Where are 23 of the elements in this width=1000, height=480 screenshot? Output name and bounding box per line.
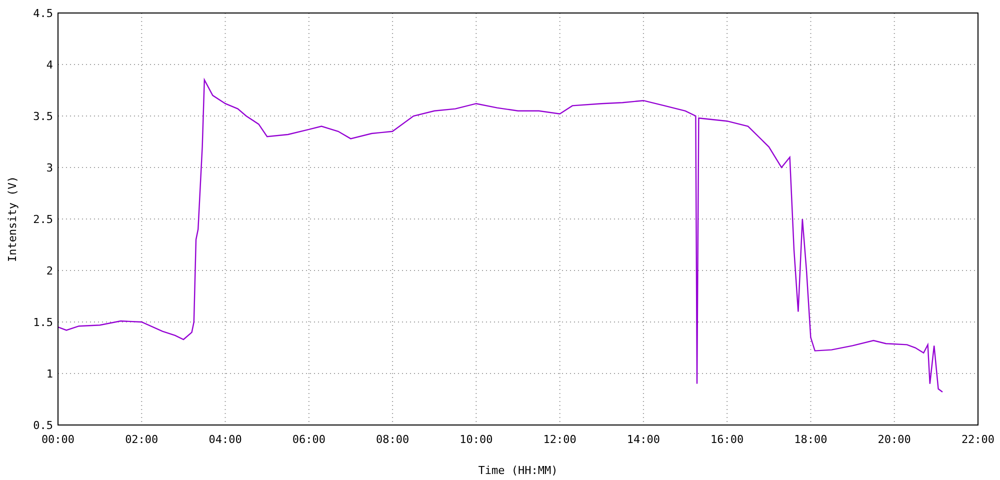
x-tick-label: 00:00: [41, 433, 75, 446]
y-tick-label: 0.5: [33, 419, 53, 432]
x-tick-label: 06:00: [292, 433, 326, 446]
y-tick-label: 3.5: [33, 110, 53, 123]
x-tick-label: 02:00: [125, 433, 158, 446]
y-tick-label: 1: [46, 368, 53, 380]
y-tick-label: 2: [46, 264, 53, 278]
y-tick-label: 1.5: [33, 316, 53, 329]
x-tick-label: 12:00: [543, 433, 576, 446]
x-axis-title: Time (HH:MM): [478, 464, 558, 477]
y-tick-label: 2.5: [33, 213, 53, 226]
x-tick-label: 14:00: [626, 433, 660, 446]
x-tick-label: 08:00: [376, 433, 410, 446]
y-tick-label: 4: [46, 58, 53, 72]
y-tick-label: 3: [46, 162, 53, 174]
x-tick-label: 22:00: [961, 433, 995, 446]
x-tick-label: 16:00: [710, 433, 744, 446]
x-tick-label: 04:00: [208, 433, 242, 446]
x-tick-label: 18:00: [794, 433, 828, 446]
x-tick-label: 10:00: [460, 433, 493, 446]
y-tick-label: 4.5: [33, 7, 53, 20]
x-tick-label: 20:00: [878, 433, 911, 446]
y-axis-title: Intensity (V): [6, 176, 19, 262]
